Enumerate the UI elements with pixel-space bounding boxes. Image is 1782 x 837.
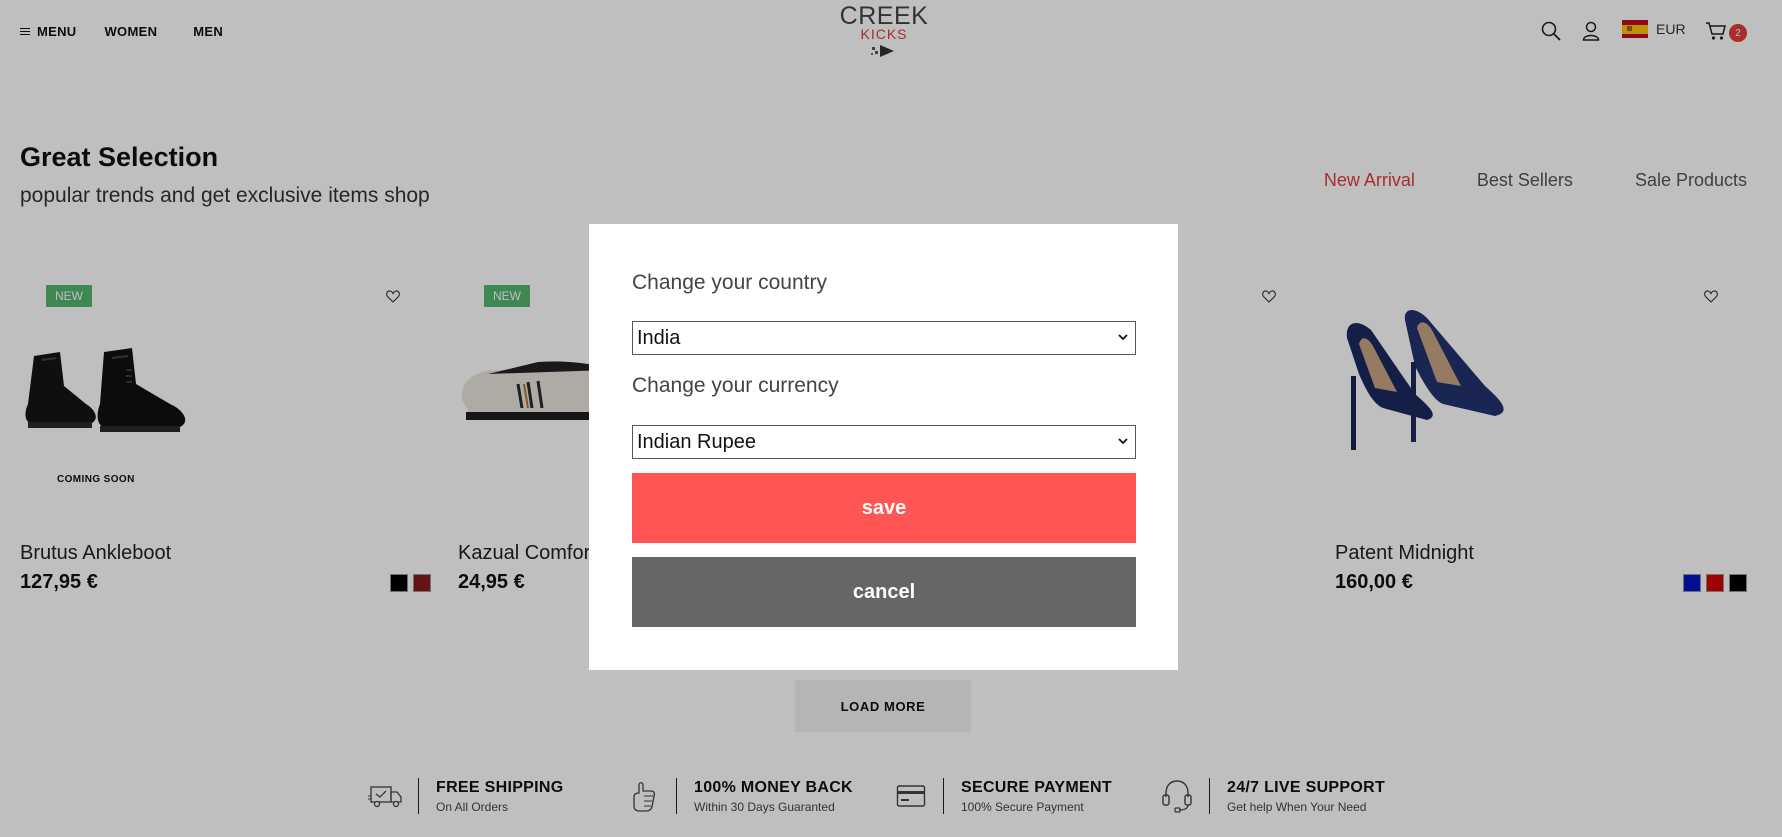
currency-select-value: Indian Rupee — [637, 430, 756, 453]
chevron-down-icon — [1118, 334, 1128, 341]
country-currency-modal: Change your country India Change your cu… — [589, 224, 1178, 670]
currency-select[interactable]: Indian Rupee — [632, 425, 1136, 459]
chevron-down-icon — [1118, 438, 1128, 445]
currency-label: Change your currency — [632, 374, 839, 397]
save-button[interactable]: save — [632, 473, 1136, 543]
cancel-button[interactable]: cancel — [632, 557, 1136, 627]
country-label: Change your country — [632, 271, 827, 294]
country-select[interactable]: India — [632, 321, 1136, 355]
country-select-value: India — [637, 326, 681, 349]
